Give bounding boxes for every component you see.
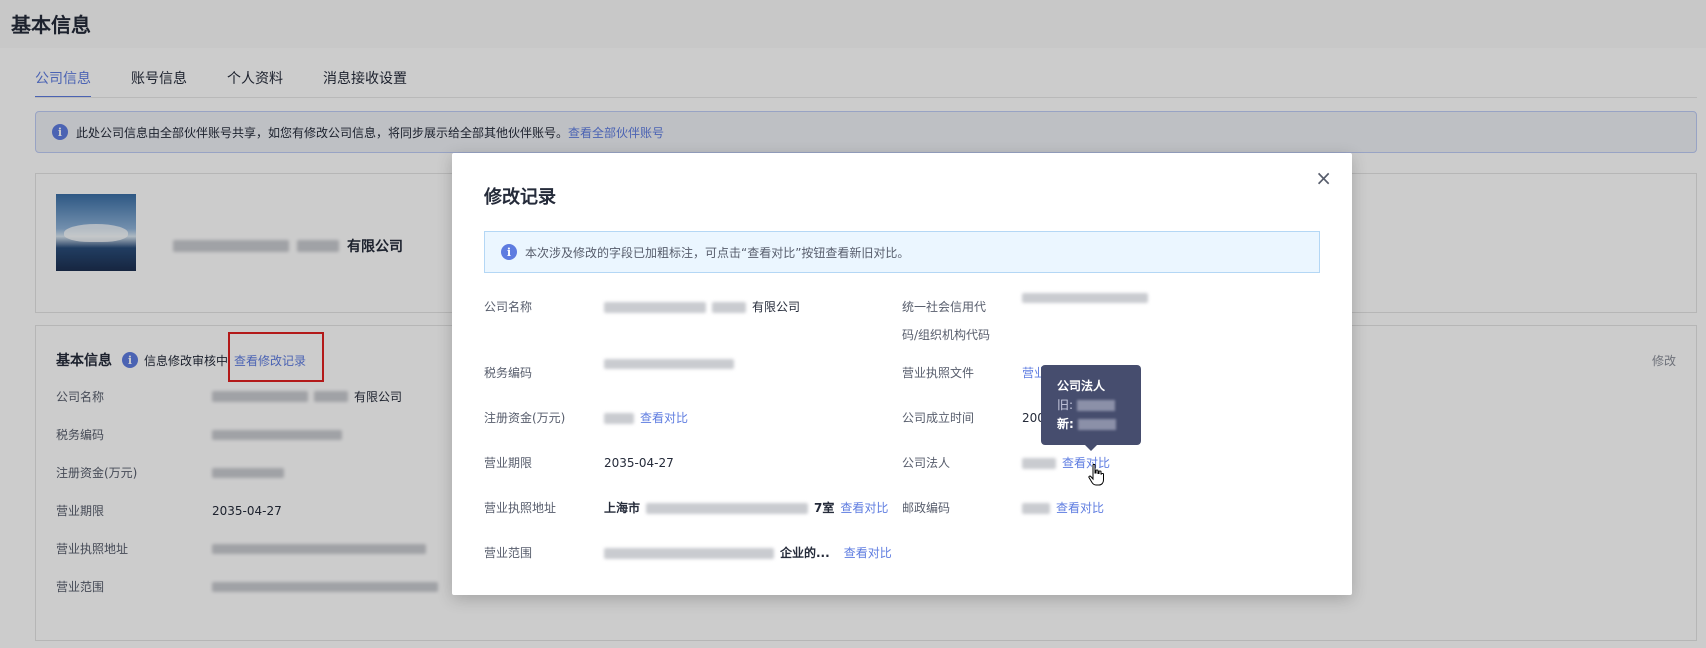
field-label: 注册资金(万元) <box>484 411 566 425</box>
field-label: 公司法人 <box>902 456 951 470</box>
tooltip-new-value: 新: <box>1057 415 1125 434</box>
redacted-text <box>604 301 706 313</box>
redacted-text <box>1022 293 1148 303</box>
field-value <box>1022 293 1148 303</box>
redacted-text <box>1078 419 1116 430</box>
edit-records-modal: 修改记录 × i 本次涉及修改的字段已加粗标注，可点击“查看对比”按钮查看新旧对… <box>452 153 1352 595</box>
tooltip-new-label: 新: <box>1057 417 1074 431</box>
close-icon[interactable]: × <box>1315 168 1332 188</box>
field-value-suffix: 7室 <box>814 501 835 515</box>
modal-notice-text: 本次涉及修改的字段已加粗标注，可点击“查看对比”按钮查看新旧对比。 <box>525 245 910 260</box>
modal-title: 修改记录 <box>484 187 556 208</box>
field-value <box>604 359 734 369</box>
field-label-line: 码/组织机构代码 <box>902 328 991 342</box>
compare-link[interactable]: 查看对比 <box>844 539 892 567</box>
redacted-text <box>1022 502 1050 514</box>
redacted-text <box>712 301 746 313</box>
field-label: 营业执照地址 <box>484 501 557 515</box>
tooltip-title: 公司法人 <box>1057 379 1106 393</box>
field-value-prefix: 上海市 <box>604 501 641 515</box>
info-icon: i <box>501 244 517 260</box>
redacted-text <box>1076 400 1115 411</box>
field-value: 有限公司 <box>604 293 800 321</box>
redacted-text <box>646 502 809 514</box>
compare-link[interactable]: 查看对比 <box>640 404 688 432</box>
field-label: 营业范围 <box>484 546 533 560</box>
modal-notice: i 本次涉及修改的字段已加粗标注，可点击“查看对比”按钮查看新旧对比。 <box>484 231 1320 273</box>
compare-link[interactable]: 查看对比 <box>1056 494 1104 522</box>
field-label: 营业执照文件 <box>902 366 975 380</box>
field-label: 税务编码 <box>484 366 533 380</box>
field-value: 2035-04-27 <box>604 456 674 470</box>
field-label: 营业期限 <box>484 456 533 470</box>
compare-link[interactable]: 查看对比 <box>840 494 888 522</box>
tooltip-old-label: 旧: <box>1057 398 1074 412</box>
redacted-text <box>1022 457 1056 469</box>
redacted-text <box>604 412 634 424</box>
field-value: 企业的... 查看对比 <box>604 539 892 567</box>
field-value-text: 企业的... <box>780 546 830 560</box>
redacted-text <box>604 359 734 369</box>
tooltip-old-value: 旧: <box>1057 396 1125 415</box>
field-value: 上海市 7室 查看对比 <box>604 494 888 522</box>
field-value: 查看对比 <box>604 404 688 432</box>
field-label-line: 统一社会信用代 <box>902 300 987 314</box>
field-value-text: 有限公司 <box>752 300 801 314</box>
field-label: 邮政编码 <box>902 501 951 515</box>
field-label: 公司成立时间 <box>902 411 975 425</box>
compare-tooltip: 公司法人 旧: 新: <box>1041 365 1141 451</box>
field-label: 公司名称 <box>484 300 533 314</box>
redacted-text <box>604 547 774 559</box>
hand-cursor-icon <box>1088 464 1104 486</box>
field-value: 查看对比 <box>1022 494 1104 522</box>
field-label: 统一社会信用代 码/组织机构代码 <box>902 293 990 349</box>
